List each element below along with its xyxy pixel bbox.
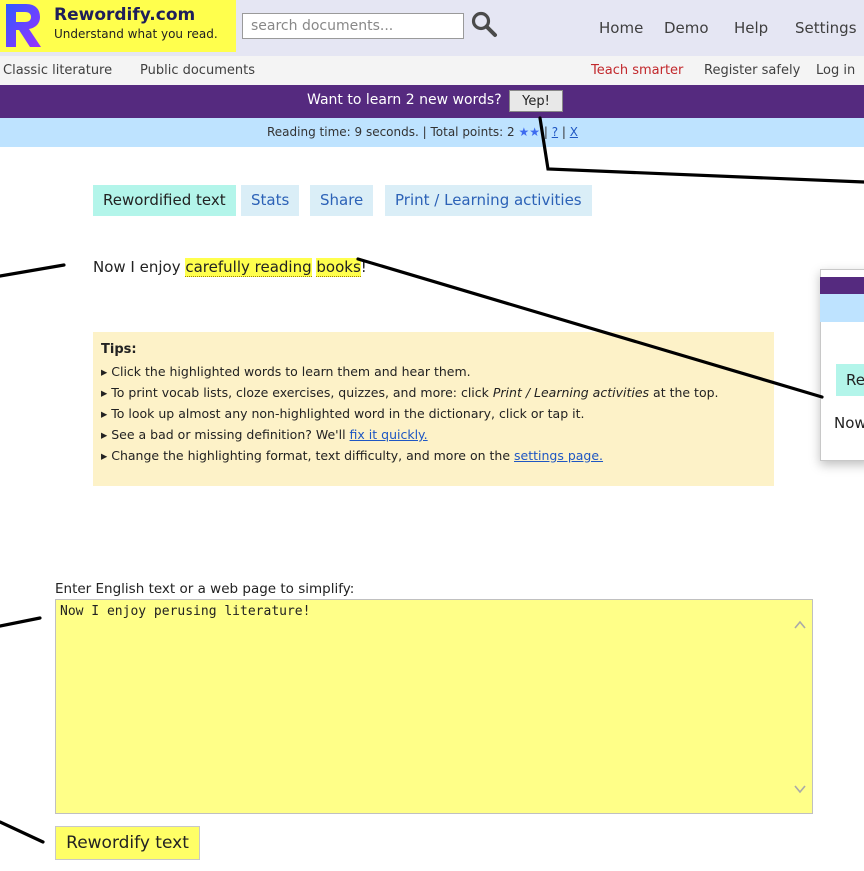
rewordified-sentence: Now I enjoy carefully reading books! xyxy=(93,258,367,277)
tip-text: Click the highlighted words to learn the… xyxy=(111,364,471,379)
nav-settings[interactable]: Settings xyxy=(795,19,857,37)
settings-page-link[interactable]: settings page. xyxy=(514,448,603,463)
nav-public-documents[interactable]: Public documents xyxy=(140,63,255,78)
input-label: Enter English text or a web page to simp… xyxy=(55,581,355,597)
popup-status-bar xyxy=(820,294,864,322)
status-text: Reading time: 9 seconds. | Total points:… xyxy=(267,125,578,139)
scroll-down-icon[interactable] xyxy=(793,782,807,796)
fix-it-link[interactable]: fix it quickly. xyxy=(350,427,428,442)
tip-item: ▸ Change the highlighting format, text d… xyxy=(101,448,604,463)
nav-login[interactable]: Log in xyxy=(816,63,855,78)
arrow-line xyxy=(0,820,45,844)
tip-emphasis: Print / Learning activities xyxy=(492,385,650,400)
nav-classic-literature[interactable]: Classic literature xyxy=(3,63,112,78)
arrow-line xyxy=(0,263,66,278)
learn-words-prompt: Want to learn 2 new words? xyxy=(307,92,502,108)
tab-stats[interactable]: Stats xyxy=(241,185,300,216)
search-input[interactable] xyxy=(242,13,464,39)
logo-tagline: Understand what you read. xyxy=(54,27,218,41)
tip-item: ▸ To look up almost any non-highlighted … xyxy=(101,406,585,421)
logo-title[interactable]: Rewordify.com xyxy=(54,5,195,25)
nav-register[interactable]: Register safely xyxy=(704,63,800,78)
text-input-area[interactable] xyxy=(55,599,813,814)
logo-r-icon xyxy=(6,4,41,47)
popup-text-fragment: Now xyxy=(834,414,864,432)
tip-text: at the top. xyxy=(653,385,719,400)
popup-purple-bar xyxy=(820,277,864,294)
tab-rewordified-text[interactable]: Rewordified text xyxy=(93,185,236,216)
rewordify-text-button[interactable]: Rewordify text xyxy=(55,826,200,860)
tip-item: ▸ Click the highlighted words to learn t… xyxy=(101,364,471,379)
tab-share[interactable]: Share xyxy=(310,185,374,216)
help-link[interactable]: ? xyxy=(552,125,558,139)
tab-print-learning[interactable]: Print / Learning activities xyxy=(385,185,592,216)
arrow-line xyxy=(0,616,42,628)
scroll-up-icon[interactable] xyxy=(793,618,807,632)
tip-text: See a bad or missing definition? We'll xyxy=(111,427,346,442)
tips-title: Tips: xyxy=(101,342,137,357)
tip-item: ▸ To print vocab lists, cloze exercises,… xyxy=(101,385,719,400)
nav-help[interactable]: Help xyxy=(734,19,768,37)
points-stars: ★★ xyxy=(518,125,541,139)
text-input-value[interactable]: Now I enjoy perusing literature! xyxy=(60,604,310,619)
nav-teach-smarter[interactable]: Teach smarter xyxy=(591,63,683,78)
tips-box: Tips: ▸ Click the highlighted words to l… xyxy=(93,332,774,486)
nav-home[interactable]: Home xyxy=(599,19,643,37)
tip-text: To print vocab lists, cloze exercises, q… xyxy=(111,385,489,400)
reading-time: Reading time: 9 seconds. | Total points:… xyxy=(267,125,515,139)
yep-button[interactable]: Yep! xyxy=(509,90,563,112)
popup-tab-fragment: Re xyxy=(836,364,864,396)
tip-item: ▸ See a bad or missing definition? We'll… xyxy=(101,427,428,442)
sentence-text: Now I enjoy xyxy=(93,258,186,276)
highlighted-word[interactable]: books xyxy=(316,258,361,277)
sentence-text: ! xyxy=(360,258,367,276)
tip-text: To look up almost any non-highlighted wo… xyxy=(111,406,585,421)
search-icon[interactable] xyxy=(470,10,498,38)
close-link[interactable]: X xyxy=(570,125,578,139)
nav-demo[interactable]: Demo xyxy=(664,19,709,37)
highlighted-word[interactable]: carefully reading xyxy=(185,258,312,277)
tip-text: Change the highlighting format, text dif… xyxy=(111,448,511,463)
